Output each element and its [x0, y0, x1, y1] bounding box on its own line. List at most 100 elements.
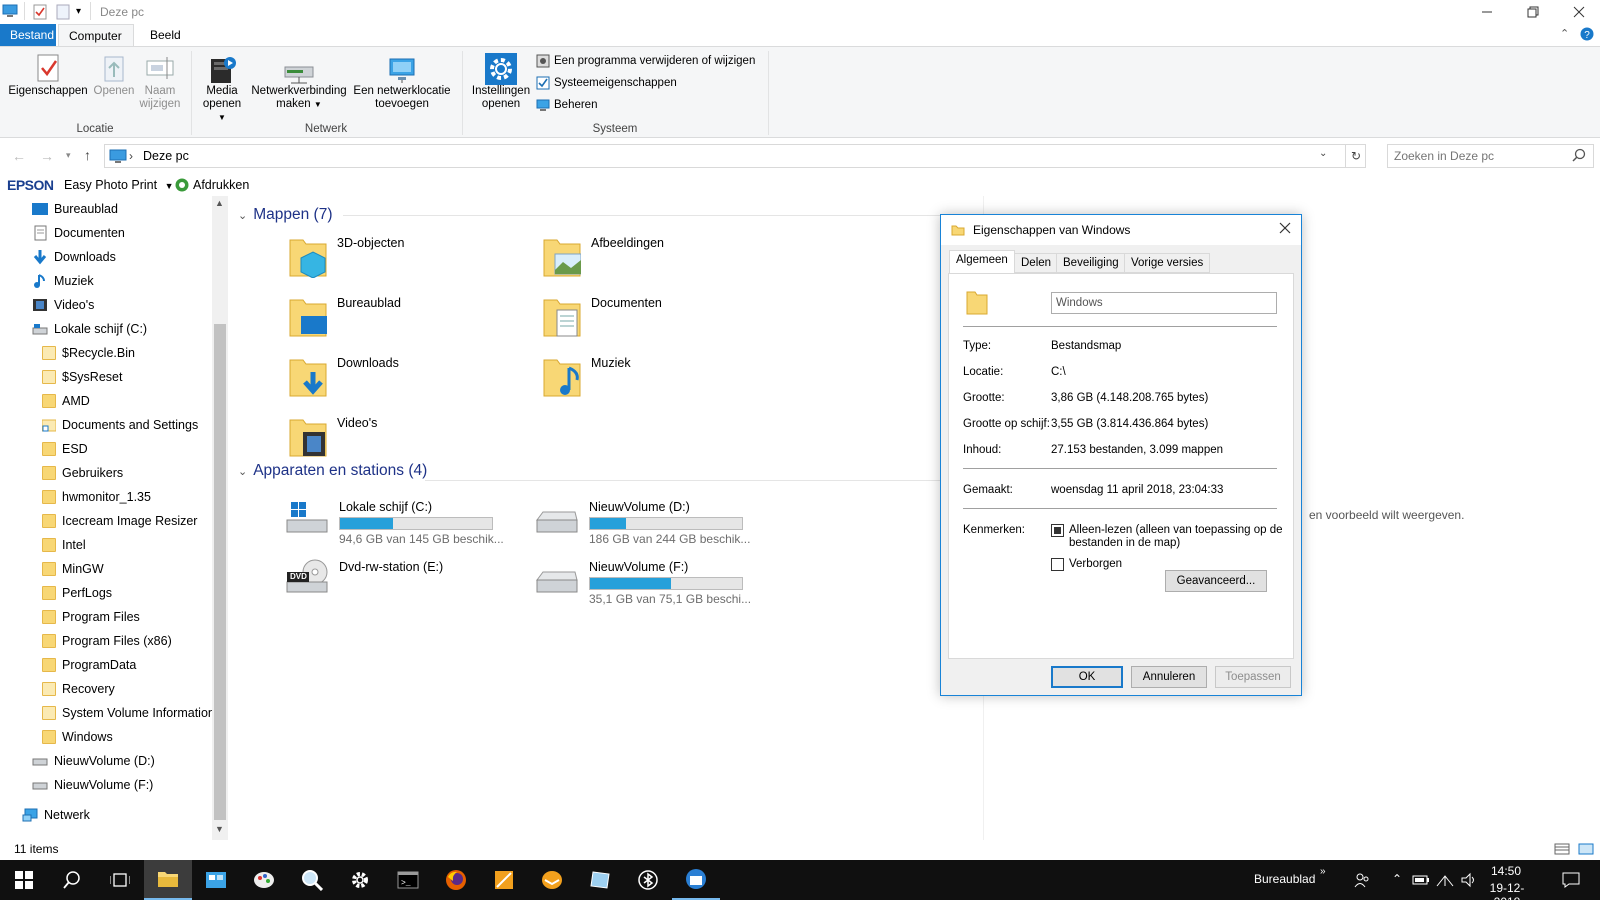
search-icon[interactable]: [1572, 148, 1586, 162]
easy-photo-print-button[interactable]: Easy Photo Print ▼: [64, 178, 174, 192]
tree-item-drive-c[interactable]: Lokale schijf (C:): [32, 317, 147, 341]
tree-item-documents[interactable]: Documenten: [32, 221, 125, 245]
tree-item-folder[interactable]: $Recycle.Bin: [42, 341, 135, 365]
properties-button[interactable]: Eigenschappen: [6, 53, 90, 98]
start-button[interactable]: [0, 860, 48, 900]
apply-button[interactable]: Toepassen: [1215, 666, 1291, 688]
dialog-tab-previous-versions[interactable]: Vorige versies: [1124, 253, 1211, 273]
folders-section-header[interactable]: ⌄ Mappen (7): [238, 206, 332, 224]
network-tray-icon[interactable]: [1436, 872, 1454, 888]
tree-item-folder[interactable]: Program Files: [42, 605, 140, 629]
folder-item-videos[interactable]: Video's: [289, 414, 377, 458]
open-settings-button[interactable]: Instellingen openen: [468, 53, 534, 111]
address-dropdown-icon[interactable]: ⌄: [1319, 148, 1327, 159]
battery-icon[interactable]: [1412, 874, 1430, 886]
tree-item-folder[interactable]: ESD: [42, 437, 88, 461]
thunderbird-taskbar-icon[interactable]: [672, 860, 720, 900]
close-button[interactable]: [1556, 0, 1600, 24]
folder-item-3d-objects[interactable]: 3D-objecten: [289, 234, 404, 278]
dialog-tab-general[interactable]: Algemeen: [949, 250, 1015, 274]
search-taskbar-icon[interactable]: [48, 860, 96, 900]
drive-item-f[interactable]: NieuwVolume (F:) 35,1 GB van 75,1 GB bes…: [535, 558, 751, 606]
dialog-close-icon[interactable]: [1279, 222, 1291, 234]
tree-item-drive-f[interactable]: NieuwVolume (F:): [32, 773, 153, 797]
settings-taskbar-icon[interactable]: [336, 860, 384, 900]
tree-item-folder[interactable]: System Volume Information: [42, 701, 215, 725]
tree-item-network[interactable]: Netwerk: [22, 803, 90, 827]
readonly-checkbox[interactable]: [1051, 524, 1064, 537]
tree-item-music[interactable]: Muziek: [32, 269, 94, 293]
firefox-taskbar-icon[interactable]: [432, 860, 480, 900]
clock-time[interactable]: 14:50: [1484, 864, 1528, 878]
tab-view[interactable]: Beeld: [140, 24, 191, 46]
notepad-taskbar-icon[interactable]: [480, 860, 528, 900]
tab-computer[interactable]: Computer: [58, 24, 134, 46]
refresh-icon[interactable]: ↻: [1345, 145, 1366, 167]
folder-item-pictures[interactable]: Afbeeldingen: [543, 234, 664, 278]
magnifier-taskbar-icon[interactable]: [288, 860, 336, 900]
tree-item-folder[interactable]: Recovery: [42, 677, 115, 701]
forward-arrow-icon[interactable]: →: [40, 148, 54, 164]
tree-item-folder[interactable]: $SysReset: [42, 365, 122, 389]
tab-file[interactable]: Bestand: [0, 24, 56, 46]
mail-taskbar-icon[interactable]: [528, 860, 576, 900]
tree-item-folder[interactable]: hwmonitor_1.35: [42, 485, 151, 509]
system-properties-button[interactable]: Systeemeigenschappen: [536, 76, 677, 90]
people-icon[interactable]: [1354, 872, 1370, 888]
advanced-button[interactable]: Geavanceerd...: [1165, 570, 1267, 592]
devices-section-header[interactable]: ⌄ Apparaten en stations (4): [238, 462, 427, 480]
desktop-toolbar-label[interactable]: Bureaublad: [1254, 872, 1315, 886]
volume-icon[interactable]: [1460, 872, 1478, 888]
epson-print-button[interactable]: Afdrukken: [175, 178, 249, 192]
minimize-button[interactable]: [1464, 0, 1510, 24]
open-button[interactable]: Openen: [92, 53, 136, 98]
collapse-ribbon-icon[interactable]: ⌃: [1560, 27, 1569, 40]
map-network-drive-button[interactable]: Netwerkverbinding maken ▼: [248, 53, 350, 111]
tree-item-folder[interactable]: Windows: [42, 725, 113, 749]
tree-item-drive-d[interactable]: NieuwVolume (D:): [32, 749, 155, 773]
command-prompt-taskbar-icon[interactable]: >_: [384, 860, 432, 900]
ok-button[interactable]: OK: [1051, 666, 1123, 688]
drive-item-d[interactable]: NieuwVolume (D:) 186 GB van 244 GB besch…: [535, 498, 750, 546]
add-network-location-button[interactable]: Een netwerklocatie toevoegen: [352, 53, 452, 111]
tree-item-folder[interactable]: Gebruikers: [42, 461, 123, 485]
scroll-down-icon[interactable]: ▼: [215, 824, 224, 834]
tree-item-downloads[interactable]: Downloads: [32, 245, 116, 269]
clock-date[interactable]: 19-12-2018: [1478, 881, 1536, 909]
address-box[interactable]: › Deze pc ⌄ ↻: [104, 144, 1366, 168]
back-arrow-icon[interactable]: ←: [12, 148, 26, 164]
tree-item-folder[interactable]: MinGW: [42, 557, 104, 581]
folder-name-field[interactable]: [1051, 292, 1277, 314]
folder-item-desktop[interactable]: Bureaublad: [289, 294, 401, 338]
details-view-icon[interactable]: [1554, 843, 1570, 855]
bluetooth-taskbar-icon[interactable]: [624, 860, 672, 900]
tree-item-desktop[interactable]: Bureaublad: [32, 197, 118, 221]
task-view-icon[interactable]: [96, 860, 144, 900]
uninstall-program-button[interactable]: Een programma verwijderen of wijzigen: [536, 54, 755, 68]
search-box[interactable]: [1387, 144, 1594, 168]
tree-scrollbar[interactable]: ▲ ▼: [212, 196, 228, 840]
scroll-up-icon[interactable]: ▲: [215, 198, 224, 208]
tree-item-folder[interactable]: Documents and Settings: [42, 413, 198, 437]
file-explorer-taskbar-icon[interactable]: [144, 860, 192, 900]
scroll-thumb[interactable]: [214, 324, 226, 820]
tree-item-folder[interactable]: Program Files (x86): [42, 629, 172, 653]
cancel-button[interactable]: Annuleren: [1131, 666, 1207, 688]
restore-button[interactable]: [1510, 0, 1556, 24]
new-folder-quick-icon[interactable]: [56, 4, 70, 20]
recent-locations-icon[interactable]: ▾: [66, 150, 71, 161]
folder-item-documents[interactable]: Documenten: [543, 294, 662, 338]
manage-button[interactable]: Beheren: [536, 98, 597, 112]
show-hidden-icons-icon[interactable]: ⌃: [1392, 872, 1402, 886]
paint-taskbar-icon[interactable]: [240, 860, 288, 900]
action-center-icon[interactable]: [1562, 872, 1580, 888]
drive-item-c[interactable]: Lokale schijf (C:) 94,6 GB van 145 GB be…: [285, 498, 504, 546]
toolbar-chevron-icon[interactable]: »: [1320, 866, 1326, 877]
notes-taskbar-icon[interactable]: [576, 860, 624, 900]
rename-button[interactable]: Naam wijzigen: [138, 53, 182, 111]
control-panel-taskbar-icon[interactable]: [192, 860, 240, 900]
search-input[interactable]: [1394, 146, 1564, 166]
large-icons-view-icon[interactable]: [1578, 843, 1594, 855]
tree-item-folder[interactable]: ProgramData: [42, 653, 136, 677]
tree-item-folder[interactable]: PerfLogs: [42, 581, 112, 605]
